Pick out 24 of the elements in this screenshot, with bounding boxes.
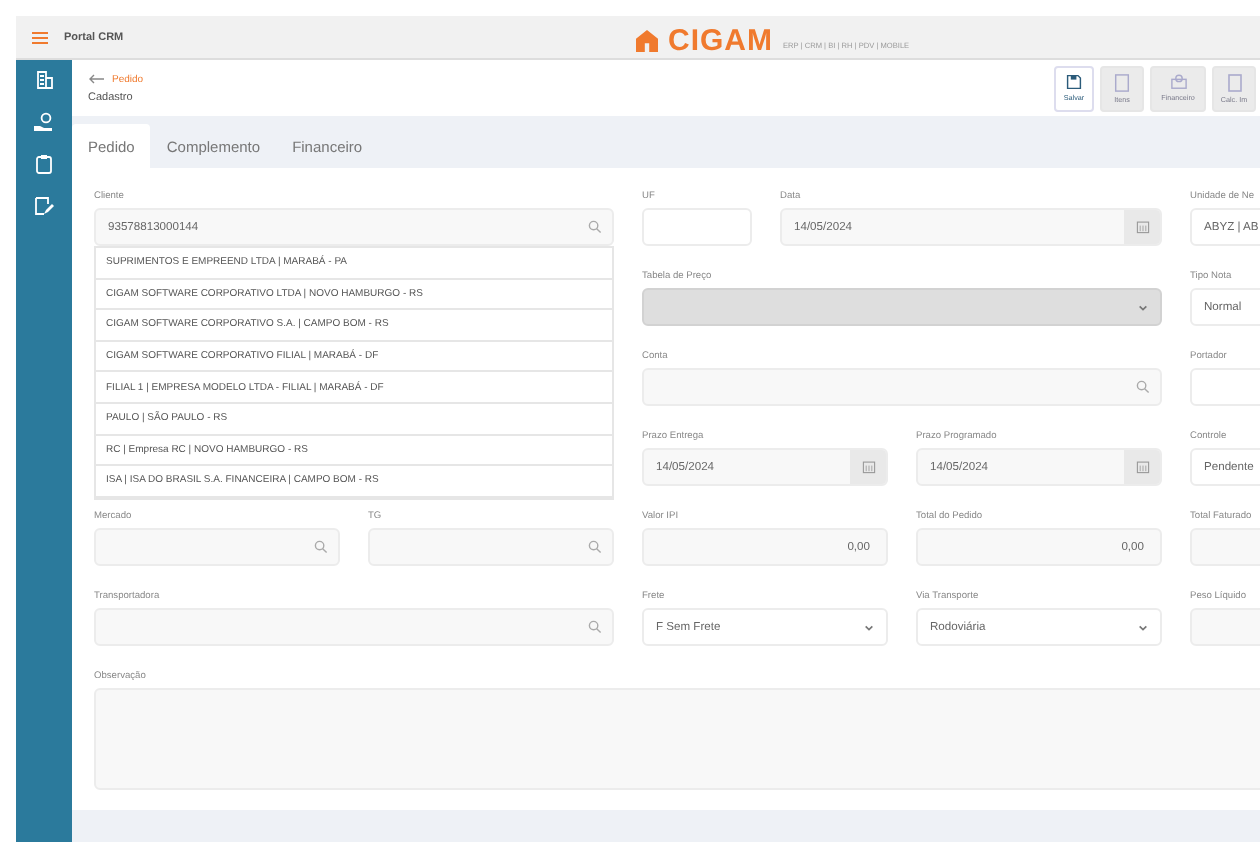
search-icon[interactable] (587, 620, 601, 634)
document-icon (1114, 73, 1130, 91)
chevron-down-icon[interactable] (863, 623, 873, 631)
chevron-down-icon[interactable] (1137, 623, 1147, 631)
search-icon[interactable] (313, 540, 327, 554)
logo-text: CIGAM (668, 24, 773, 58)
calendar-icon[interactable] (1135, 220, 1149, 234)
search-icon[interactable] (587, 540, 601, 554)
building-icon[interactable] (35, 70, 53, 90)
search-icon[interactable] (587, 220, 601, 234)
search-field[interactable] (94, 528, 340, 566)
save-icon (1066, 74, 1082, 90)
menu-icon[interactable] (32, 31, 48, 43)
edit-document-icon[interactable] (34, 196, 54, 216)
search-icon[interactable] (1135, 380, 1149, 394)
clipboard-icon[interactable] (36, 154, 52, 174)
search-field[interactable] (368, 528, 614, 566)
logo-icon (636, 30, 658, 52)
money-hand-icon[interactable] (34, 112, 54, 132)
search-field[interactable] (94, 608, 614, 646)
search-field[interactable] (642, 368, 1162, 406)
back-arrow-icon[interactable] (88, 74, 104, 84)
calendar-icon[interactable] (861, 460, 875, 474)
calendar-icon[interactable] (1135, 460, 1149, 474)
